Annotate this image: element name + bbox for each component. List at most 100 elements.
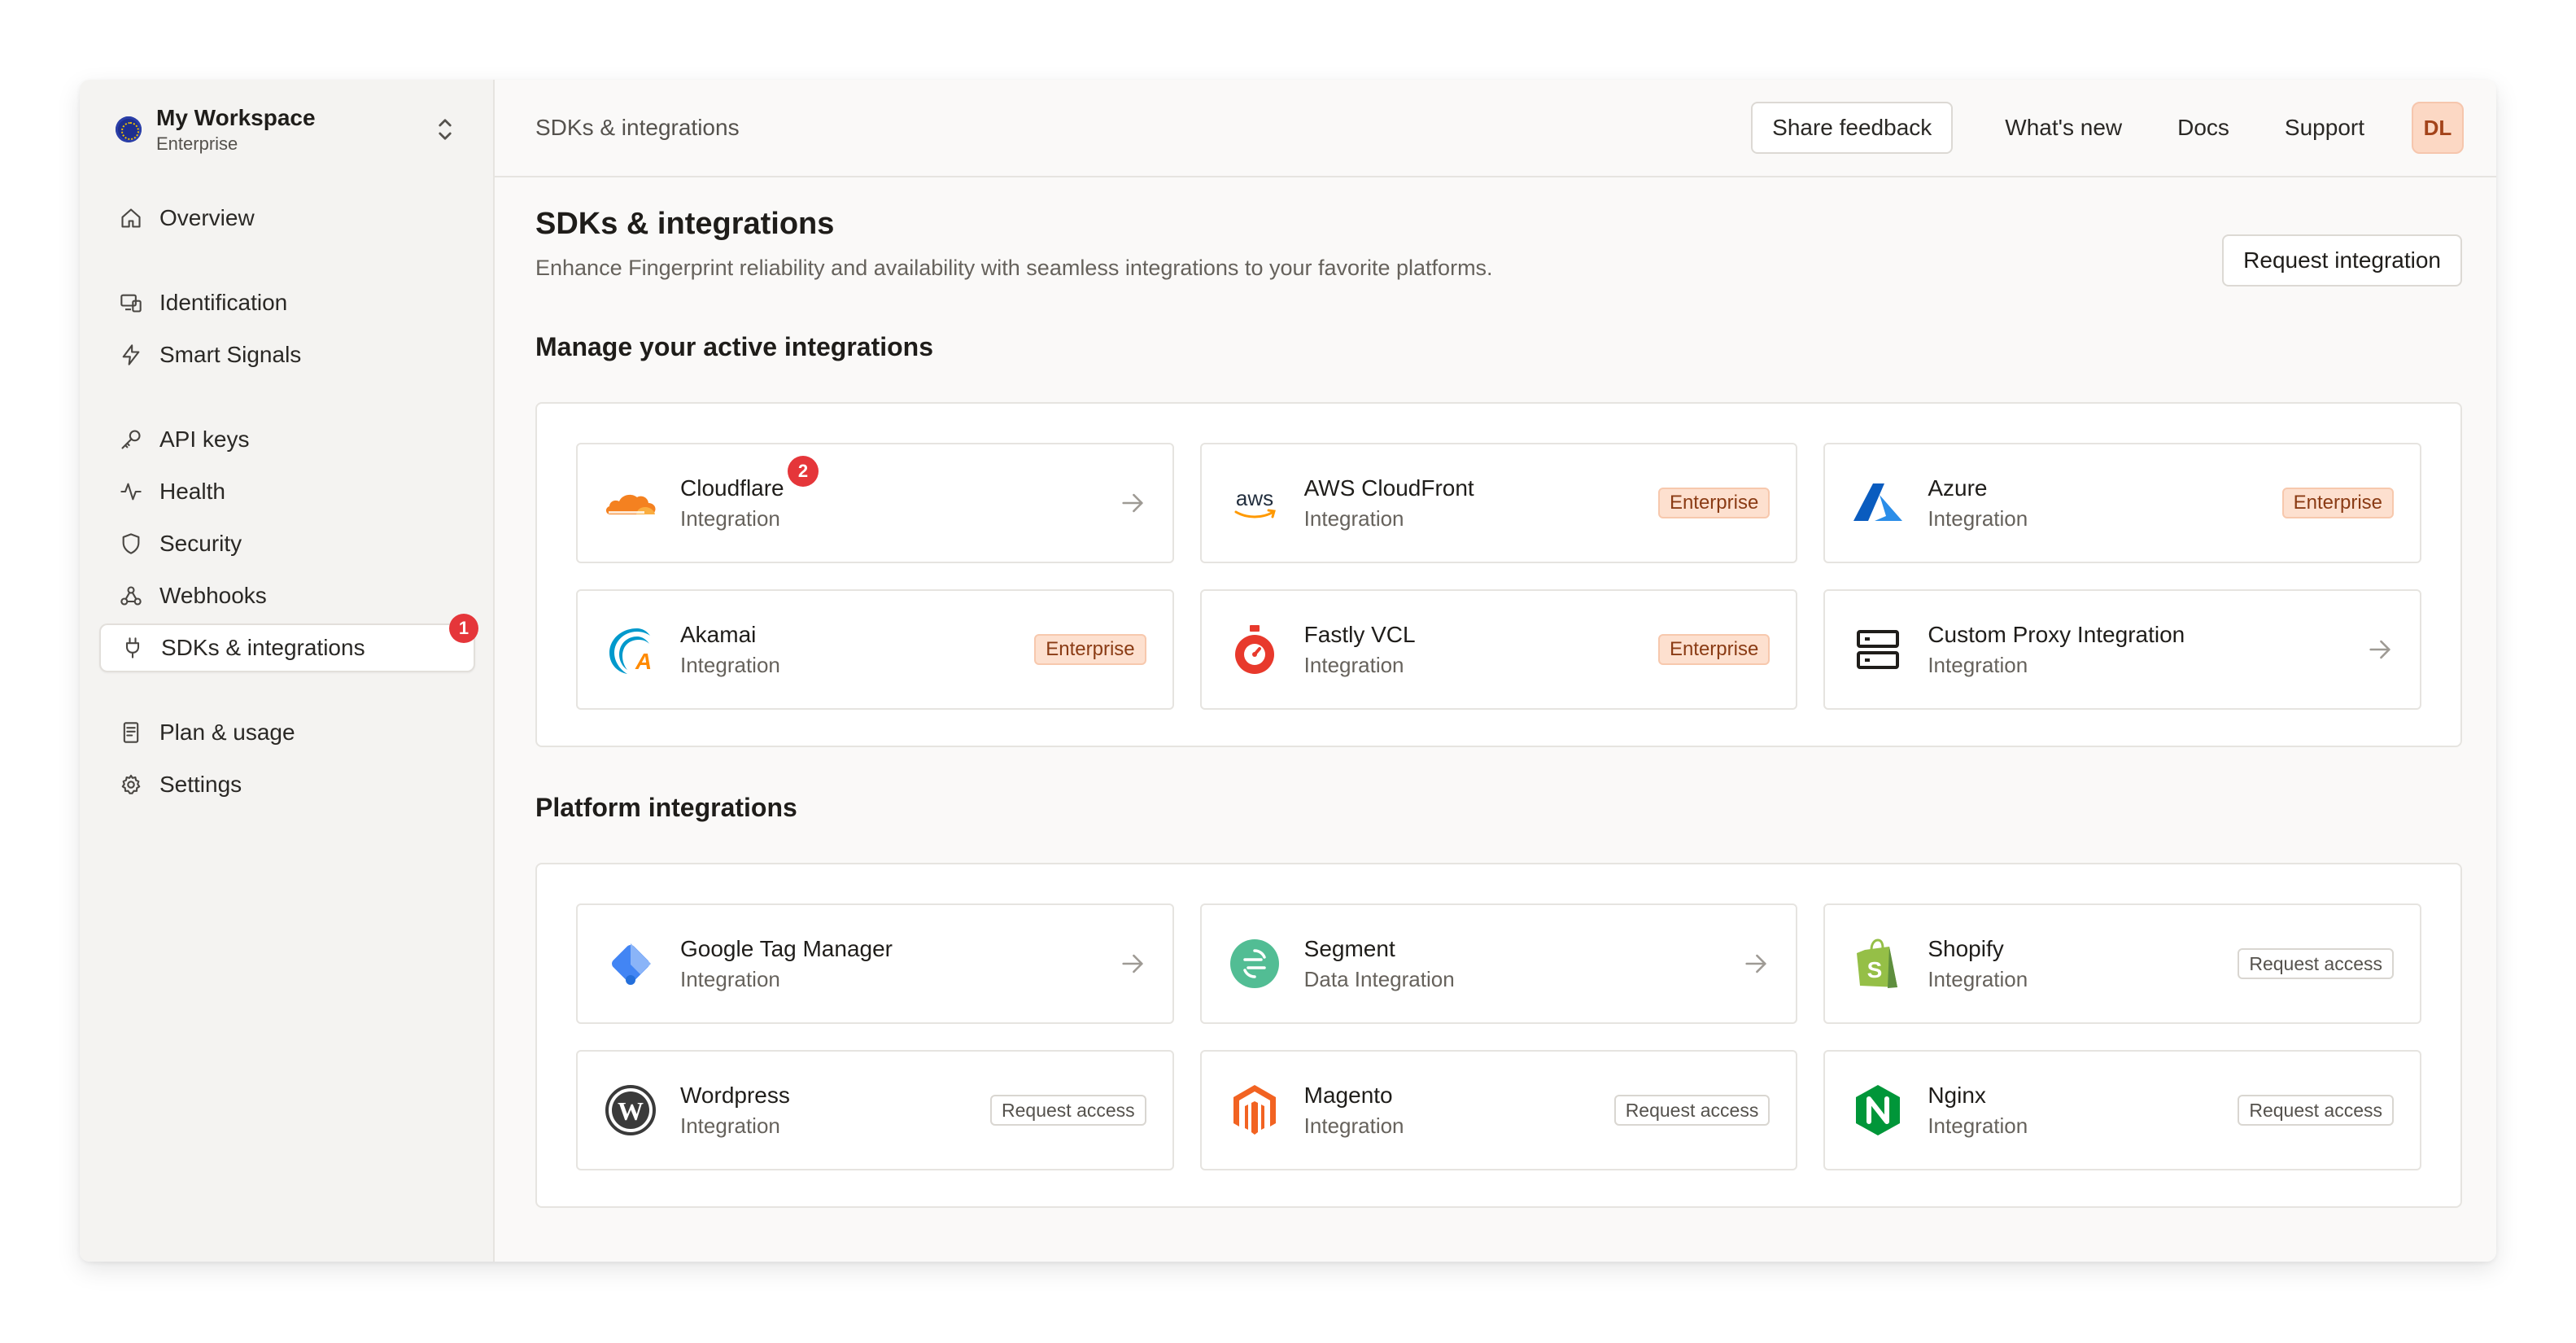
integration-name: AWS CloudFront [1303, 475, 1474, 501]
azure-logo [1849, 475, 1906, 532]
active-integrations-title: Manage your active integrations [535, 332, 934, 361]
request-access-button[interactable]: Request access [2238, 1095, 2394, 1126]
integration-name: Cloudflare [680, 475, 784, 501]
integration-kind: Integration [1303, 653, 1404, 677]
arrow-right-icon [1122, 493, 1143, 513]
sidebar: My Workspace Enterprise Overview Identif… [80, 80, 495, 1262]
integration-card-cloudflare[interactable]: Cloudflare Integration 2 [576, 443, 1174, 563]
arrow-right-icon [1122, 954, 1143, 973]
sidebar-item-label: Plan & usage [159, 720, 295, 745]
main-area: SDKs & integrations Share feedback What'… [495, 80, 2496, 1262]
devices-icon [119, 291, 143, 315]
sidebar-item-security[interactable]: Security [99, 519, 475, 568]
shopify-logo: S [1849, 935, 1906, 992]
integration-card-magento[interactable]: Magento Integration Request access [1199, 1050, 1798, 1170]
integration-name: Google Tag Manager [680, 936, 893, 961]
avatar[interactable]: DL [2412, 102, 2464, 154]
notification-badge: 1 [449, 614, 478, 643]
integration-card-azure[interactable]: Azure Integration Enterprise [1823, 443, 2421, 563]
shield-icon [119, 532, 143, 556]
sidebar-item-settings[interactable]: Settings [99, 760, 475, 809]
app-window: My Workspace Enterprise Overview Identif… [80, 80, 2496, 1262]
whats-new-link[interactable]: What's new [2005, 115, 2122, 141]
workspace-switcher[interactable]: My Workspace Enterprise [116, 101, 457, 158]
docs-link[interactable]: Docs [2177, 115, 2229, 141]
key-icon [119, 427, 143, 452]
share-feedback-button[interactable]: Share feedback [1751, 102, 1954, 154]
aws-logo: aws [1226, 475, 1283, 532]
integration-card-fastly-vcl[interactable]: Fastly VCL Integration Enterprise [1199, 589, 1798, 710]
sidebar-item-webhooks[interactable]: Webhooks [99, 571, 475, 620]
workspace-plan: Enterprise [156, 133, 238, 154]
chevron-up-down-icon [439, 119, 452, 140]
sidebar-item-smart-signals[interactable]: Smart Signals [99, 330, 475, 379]
gear-icon [119, 772, 143, 797]
sidebar-item-label: API keys [159, 427, 250, 452]
cloudflare-logo [602, 475, 659, 532]
sidebar-item-label: Smart Signals [159, 342, 302, 367]
sidebar-item-label: SDKs & integrations [161, 635, 365, 660]
sidebar-item-overview[interactable]: Overview [99, 194, 475, 243]
integration-kind: Data Integration [1303, 967, 1455, 991]
sidebar-item-label: Health [159, 479, 225, 504]
integration-name: Segment [1303, 936, 1395, 961]
integration-kind: Integration [680, 653, 780, 677]
enterprise-tag: Enterprise [1657, 488, 1770, 518]
svg-text:A: A [635, 649, 652, 674]
request-access-button[interactable]: Request access [990, 1095, 1146, 1126]
pulse-icon [119, 479, 143, 504]
platform-integrations-grid: Google Tag Manager Integration Segment D… [576, 903, 2421, 1170]
page-subtitle: Enhance Fingerprint reliability and avai… [535, 256, 1493, 280]
fastly-logo [1226, 621, 1283, 678]
integration-card-akamai[interactable]: A Akamai Integration Enterprise [576, 589, 1174, 710]
integration-name: Custom Proxy Integration [1928, 622, 2185, 647]
sidebar-item-label: Settings [159, 772, 242, 797]
sidebar-item-label: Identification [159, 290, 288, 315]
plug-icon [120, 636, 145, 660]
integration-kind: Integration [1928, 506, 2028, 531]
webhook-icon [119, 584, 143, 608]
integration-card-wordpress[interactable]: W Wordpress Integration Request access [576, 1050, 1174, 1170]
top-bar: SDKs & integrations Share feedback What'… [495, 80, 2496, 177]
breadcrumb: SDKs & integrations [535, 115, 740, 140]
integration-kind: Integration [1303, 506, 1404, 531]
segment-logo [1226, 935, 1283, 992]
arrow-right-icon [2369, 640, 2390, 659]
integration-card-nginx[interactable]: Nginx Integration Request access [1823, 1050, 2421, 1170]
integration-card-google-tag-manager[interactable]: Google Tag Manager Integration [576, 903, 1174, 1024]
platform-integrations-panel: Google Tag Manager Integration Segment D… [535, 863, 2462, 1208]
enterprise-tag: Enterprise [1034, 634, 1146, 665]
sidebar-item-plan-usage[interactable]: Plan & usage [99, 708, 475, 757]
integration-kind: Integration [680, 1113, 780, 1138]
integration-card-custom-proxy[interactable]: Custom Proxy Integration Integration [1823, 589, 2421, 710]
request-access-button[interactable]: Request access [2238, 948, 2394, 979]
svg-text:S: S [1867, 957, 1883, 982]
svg-text:aws: aws [1236, 486, 1273, 510]
lightning-icon [119, 343, 143, 367]
sidebar-item-api-keys[interactable]: API keys [99, 415, 475, 464]
nginx-logo [1849, 1082, 1906, 1139]
sidebar-item-label: Security [159, 531, 242, 556]
sidebar-item-identification[interactable]: Identification [99, 278, 475, 327]
sidebar-item-sdks-integrations[interactable]: SDKs & integrations 1 [99, 614, 478, 672]
integration-card-shopify[interactable]: S Shopify Integration Request access [1823, 903, 2421, 1024]
integration-kind: Integration [680, 967, 780, 991]
sidebar-item-label: Overview [159, 205, 255, 230]
platform-integrations-title: Platform integrations [535, 793, 797, 822]
integration-name: Wordpress [680, 1083, 790, 1108]
integration-card-aws-cloudfront[interactable]: aws AWS CloudFront Integration Enterpris… [1199, 443, 1798, 563]
integration-kind: Integration [1928, 653, 2028, 677]
arrow-right-icon [1745, 954, 1766, 973]
request-access-button[interactable]: Request access [1613, 1095, 1770, 1126]
enterprise-tag: Enterprise [1657, 634, 1770, 665]
support-link[interactable]: Support [2285, 115, 2364, 141]
request-integration-button[interactable]: Request integration [2222, 234, 2462, 287]
receipt-icon [119, 720, 143, 745]
wordpress-logo: W [602, 1082, 659, 1139]
integration-kind: Integration [1928, 967, 2028, 991]
page-title: SDKs & integrations [535, 207, 835, 241]
magento-logo [1226, 1082, 1283, 1139]
integration-card-segment[interactable]: Segment Data Integration [1199, 903, 1798, 1024]
sidebar-item-health[interactable]: Health [99, 467, 475, 516]
integration-name: Nginx [1928, 1083, 1986, 1108]
